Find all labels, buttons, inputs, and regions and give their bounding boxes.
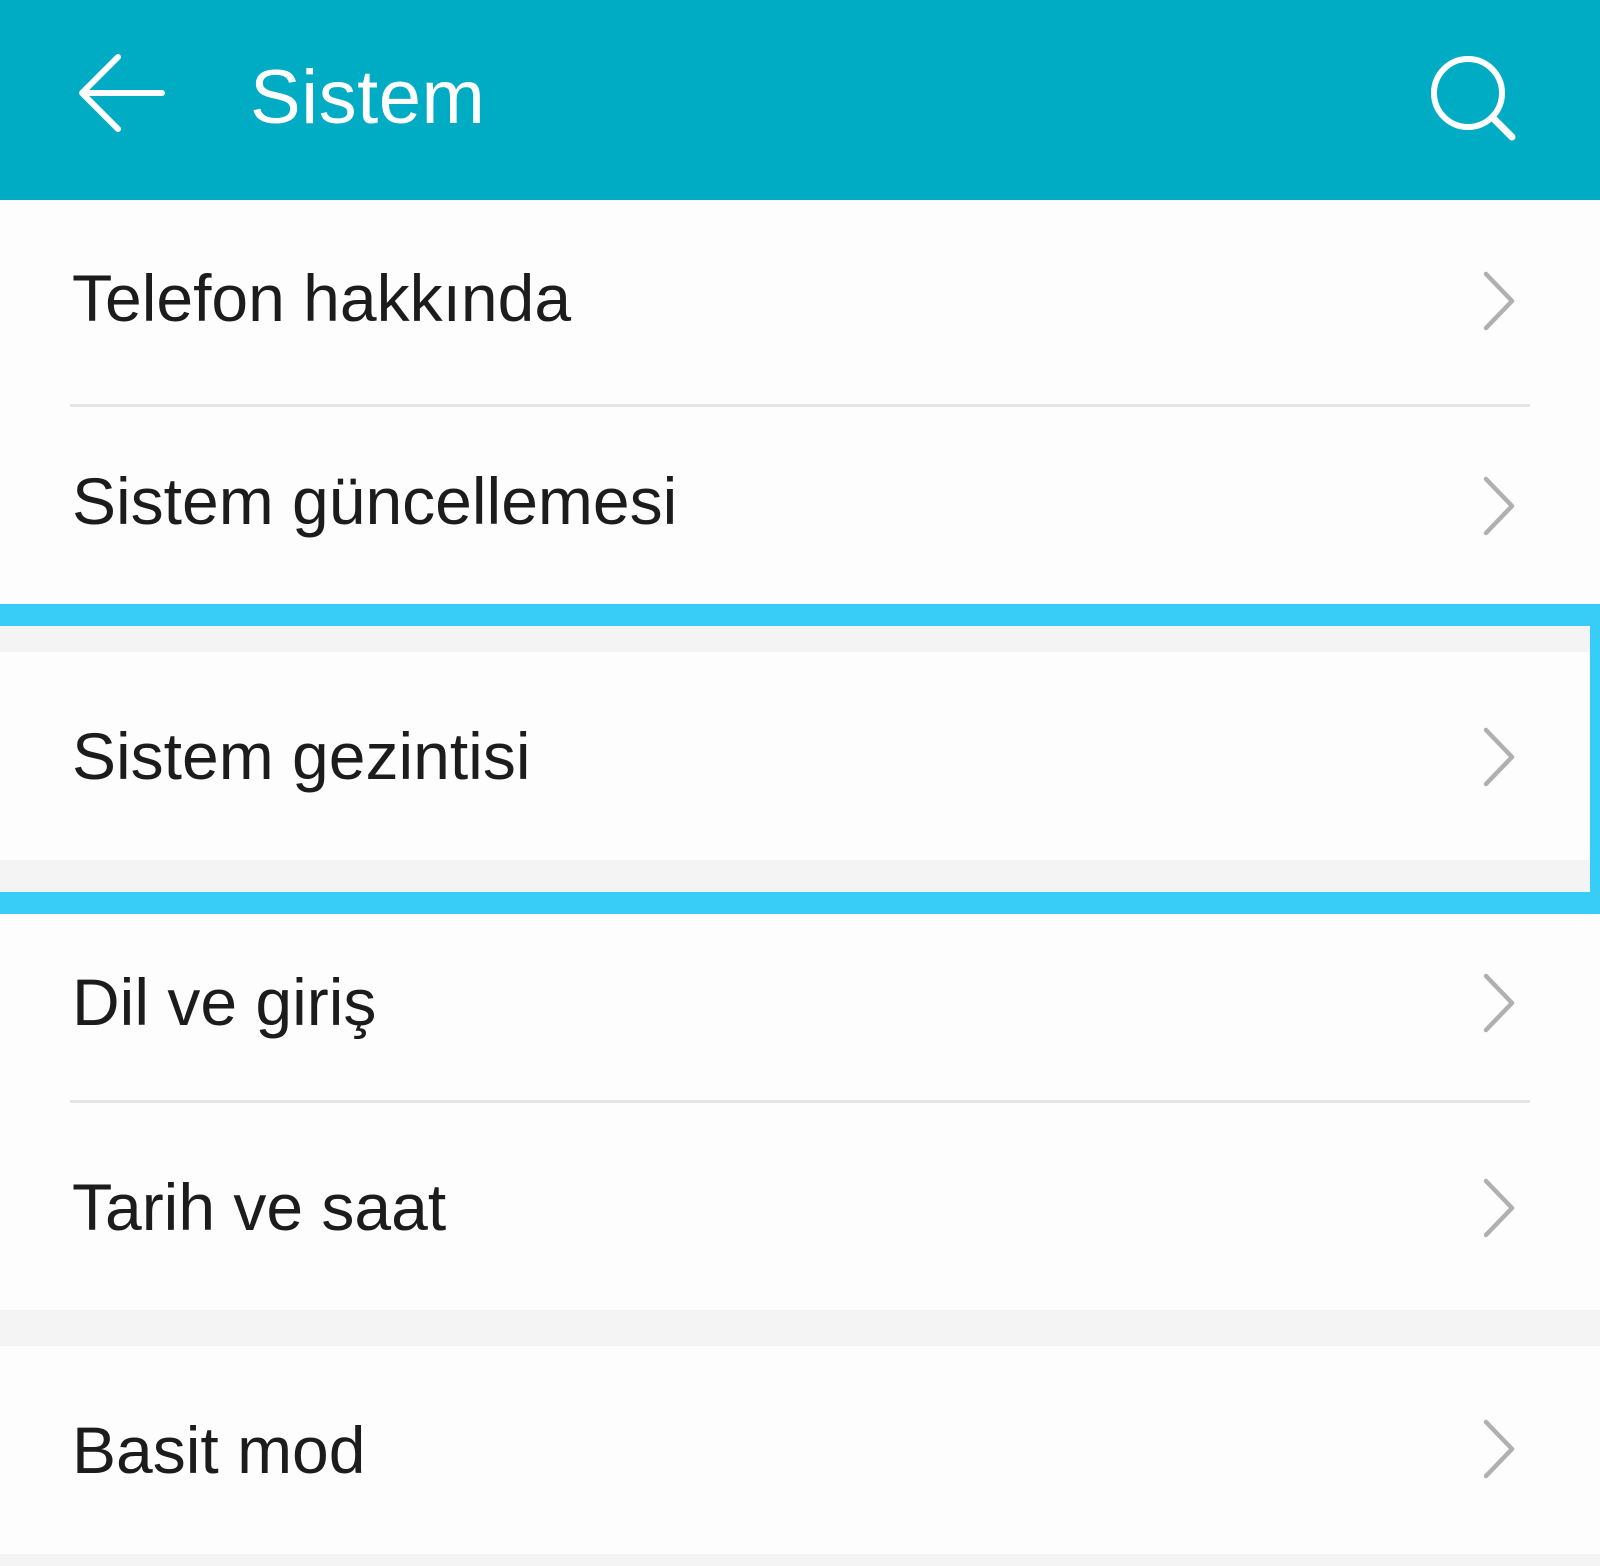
settings-group-1: Telefon hakkında Sistem güncellemesi	[0, 200, 1600, 605]
settings-screen: Sistem Telefon hakkında Sistem güncellem…	[0, 0, 1600, 1566]
chevron-right-icon	[1483, 1178, 1515, 1238]
settings-item-system-navigation[interactable]: Sistem gezintisi	[0, 652, 1600, 860]
settings-item-system-update[interactable]: Sistem güncellemesi	[0, 407, 1600, 605]
app-bar: Sistem	[0, 0, 1600, 200]
settings-item-label: Telefon hakkında	[72, 261, 572, 335]
settings-item-label: Dil ve giriş	[72, 965, 377, 1039]
settings-item-label: Sistem güncellemesi	[72, 464, 678, 538]
settings-group-2: Sistem gezintisi	[0, 652, 1600, 860]
page-title: Sistem	[250, 55, 486, 140]
search-button[interactable]	[1420, 45, 1530, 155]
settings-item-about-phone[interactable]: Telefon hakkında	[0, 200, 1600, 404]
chevron-right-icon	[1483, 1419, 1515, 1479]
settings-group-3: Dil ve giriş Tarih ve saat	[0, 898, 1600, 1310]
chevron-right-icon	[1483, 476, 1515, 536]
settings-item-date-time[interactable]: Tarih ve saat	[0, 1103, 1600, 1310]
arrow-left-icon	[79, 54, 165, 132]
settings-item-label: Sistem gezintisi	[72, 719, 531, 793]
settings-item-language-input[interactable]: Dil ve giriş	[0, 898, 1600, 1100]
chevron-right-icon	[1483, 727, 1515, 787]
chevron-right-icon	[1483, 973, 1515, 1033]
back-button[interactable]	[70, 45, 180, 145]
settings-item-simple-mode[interactable]: Basit mod	[0, 1346, 1600, 1554]
chevron-right-icon	[1483, 271, 1515, 331]
settings-item-label: Tarih ve saat	[72, 1170, 447, 1244]
search-icon	[1431, 56, 1516, 141]
settings-group-4: Basit mod	[0, 1346, 1600, 1554]
settings-item-label: Basit mod	[72, 1413, 366, 1487]
